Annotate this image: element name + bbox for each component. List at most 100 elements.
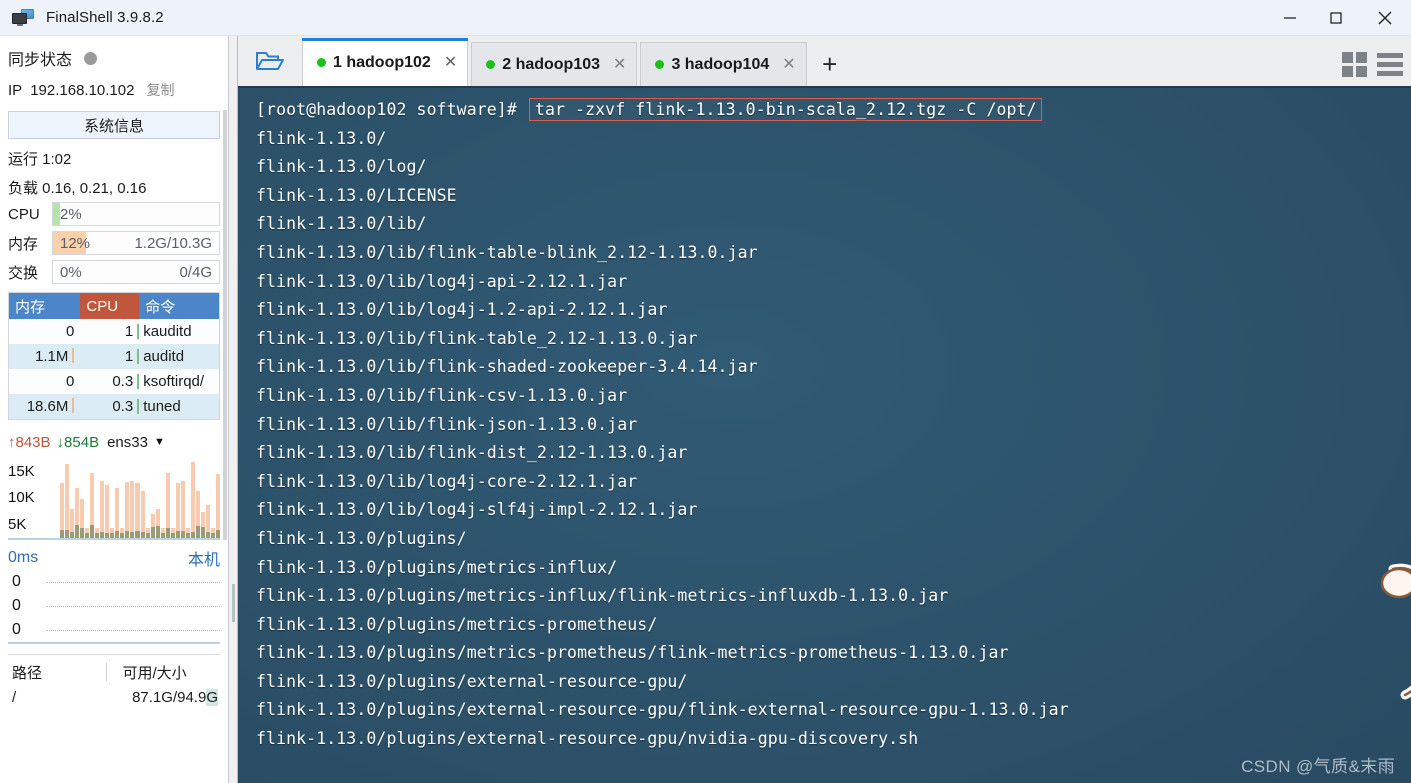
latency-row-value: 0 [12,573,21,590]
system-info-sidebar: 同步状态 IP 192.168.10.102 复制 系统信息 运行 1:02 负… [0,36,228,783]
disk-size-text: 87.1G/94.9 [132,688,207,706]
network-bar [185,456,190,538]
network-bar [140,456,145,538]
network-bar [95,456,100,538]
main-area: 1 hadoop102 ✕ 2 hadoop103 ✕ 3 hadoop104 ✕ + [… [238,36,1411,783]
tab-2[interactable]: 3 hadoop104 ✕ [640,42,807,86]
meter-percent: 2% [60,205,82,223]
process-header-cpu[interactable]: CPU [80,293,140,319]
network-bar [60,456,65,538]
terminal-output-line: flink-1.13.0/LICENSE [256,185,457,205]
download-value: 854B [64,433,100,451]
uptime-text: 运行 1:02 [8,150,72,168]
disk-usage-table: 路径 可用/大小 / 87.1G/94.9G [8,654,220,709]
process-mem: 1.1M [9,348,80,365]
add-tab-button[interactable]: + [810,42,850,86]
latency-row: 0 [8,594,220,618]
process-cmd: tuned [143,398,181,415]
network-bar [215,456,220,538]
meter-row-交换: 交换 0% 0/4G [0,259,228,285]
chevron-down-icon[interactable]: ▼ [154,436,165,448]
process-cpu: 0.3 [80,398,140,415]
meter-row-CPU: CPU 2% [0,201,228,227]
grid-view-icon[interactable] [1342,51,1367,77]
ip-value: 192.168.10.102 [30,81,135,99]
terminal-prompt: [root@hadoop102 software]# [256,100,527,119]
tab-close-icon[interactable]: ✕ [782,56,795,73]
terminal-output-line: flink-1.13.0/plugins/metrics-prometheus/ [256,614,658,634]
network-bar [105,456,110,538]
network-bar [195,456,200,538]
process-header-cmd[interactable]: 命令 [139,293,219,319]
tab-label: 2 hadoop103 [502,55,601,73]
system-info-button[interactable]: 系统信息 [8,111,220,139]
tab-bar-actions [1342,42,1411,86]
copy-ip-button[interactable]: 复制 [146,80,174,100]
network-bar [165,456,170,538]
network-bar [125,456,130,538]
meter-row-内存: 内存 12% 1.2G/10.3G [0,230,228,256]
maximize-button[interactable] [1313,0,1359,35]
network-bar [70,456,75,538]
process-row[interactable]: 1.1M 1 auditd [9,344,219,369]
network-interface-label[interactable]: ens33 [107,434,148,451]
network-bar [210,456,215,538]
network-bar [205,456,210,538]
latency-header: 0ms 本机 [8,546,220,570]
sidebar-resize-handle[interactable] [228,36,238,783]
disk-size-unit: G [206,688,218,706]
open-folder-icon[interactable] [238,36,302,86]
minimize-button[interactable] [1267,0,1313,35]
close-button[interactable] [1359,0,1411,35]
network-stats-row: ↑ 843B ↓ 854B ens33 ▼ [0,428,228,456]
disk-table-row: / 87.1G/94.9G [8,685,220,709]
process-mem: 0 [66,323,75,340]
network-bar [115,456,120,538]
latency-host-label: 本机 [187,552,220,569]
terminal-output-line: flink-1.13.0/plugins/external-resource-g… [256,729,919,749]
window-title: FinalShell 3.9.8.2 [46,9,164,26]
disk-size-value: 87.1G/94.9G [72,688,220,706]
process-table: 内存 CPU 命令 0 1 kauditd 1.1M 1 auditd 0 0.3 ksofti… [8,292,220,420]
terminal-output-line: flink-1.13.0/lib/flink-dist_2.12-1.13.0.… [256,443,688,463]
disk-header-size: 可用/大小 [122,664,187,682]
terminal-output-line: flink-1.13.0/lib/flink-json-1.13.0.jar [256,414,638,434]
sync-status-indicator [84,51,98,65]
network-bar [190,456,195,538]
network-bar [180,456,185,538]
tab-status-icon [486,60,496,69]
tab-0[interactable]: 1 hadoop102 ✕ [302,38,469,86]
download-arrow-icon: ↓ [56,433,65,451]
tab-1[interactable]: 2 hadoop103 ✕ [471,42,638,86]
network-bar [90,456,95,538]
upload-value: 843B [15,433,51,451]
network-y-label: 10K [8,489,35,507]
process-header-mem[interactable]: 内存 [9,293,81,319]
terminal-pane[interactable]: [root@hadoop102 software]# tar -zxvf fli… [238,88,1411,783]
terminal-output-line: flink-1.13.0/log/ [256,157,427,177]
process-row[interactable]: 18.6M 0.3 tuned [9,394,219,419]
latency-row-value: 0 [12,621,21,638]
meter-amount: 1.2G/10.3G [134,234,212,252]
window-controls [1267,0,1411,35]
process-row[interactable]: 0 1 kauditd [9,319,219,344]
tab-close-icon[interactable]: ✕ [444,54,457,71]
disk-table-header: 路径 可用/大小 [8,659,220,685]
tab-status-icon [317,58,326,67]
meter-label: 交换 [8,264,39,282]
upload-arrow-icon: ↑ [8,433,16,451]
list-view-icon[interactable] [1377,52,1403,76]
process-row[interactable]: 0 0.3 ksoftirqd/ [9,369,219,394]
process-cpu: 0.3 [80,373,140,390]
meter-percent: 12% [60,234,91,252]
network-bar [150,456,155,538]
network-bar [160,456,165,538]
network-bar [200,456,205,538]
uptime-row: 运行 1:02 [0,143,228,173]
ip-row: IP 192.168.10.102 复制 [0,75,228,105]
tab-close-icon[interactable]: ✕ [613,56,626,73]
process-mem: 18.6M [9,398,80,415]
terminal-output: [root@hadoop102 software]# tar -zxvf fli… [256,96,1411,754]
load-average-text: 负载 0.16, 0.21, 0.16 [8,179,147,197]
ip-label: IP [8,81,23,99]
